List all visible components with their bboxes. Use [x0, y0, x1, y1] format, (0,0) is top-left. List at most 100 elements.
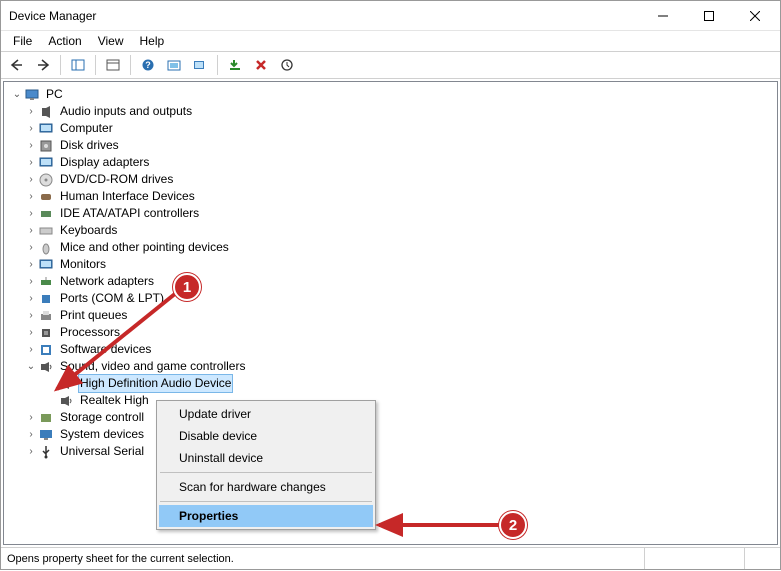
minimize-button[interactable]	[640, 1, 686, 31]
toolbar-separator	[95, 55, 96, 75]
category-icon	[38, 359, 54, 375]
expander-icon[interactable]: ⌄	[24, 358, 38, 375]
toolbar-separator	[60, 55, 61, 75]
context-menu-separator	[160, 501, 372, 502]
expander-icon[interactable]: ›	[24, 222, 38, 239]
scan-changes-button[interactable]	[275, 54, 299, 76]
tree-category[interactable]: › Mice and other pointing devices	[10, 239, 777, 256]
update-driver-button[interactable]	[162, 54, 186, 76]
context-menu-item[interactable]: Update driver	[159, 403, 373, 425]
expander-icon[interactable]: ›	[24, 120, 38, 137]
device-tree-panel: ⌄ PC ›Audio inputs and outputs›Computer›…	[3, 81, 778, 545]
annotation-badge-2: 2	[499, 511, 527, 539]
category-label: System devices	[58, 426, 146, 443]
expander-icon[interactable]: ›	[24, 290, 38, 307]
expander-icon[interactable]: ›	[24, 103, 38, 120]
device-icon	[58, 376, 74, 392]
tree-category[interactable]: ›Ports (COM & LPT)	[10, 290, 777, 307]
toolbar-separator	[130, 55, 131, 75]
category-label: Print queues	[58, 307, 129, 324]
expander-icon[interactable]: ›	[24, 341, 38, 358]
tree-root[interactable]: ⌄ PC	[10, 86, 777, 103]
expander-icon[interactable]: ›	[24, 256, 38, 273]
close-button[interactable]	[732, 1, 778, 31]
expander-icon[interactable]: ›	[24, 171, 38, 188]
tree-category[interactable]: › Monitors	[10, 256, 777, 273]
context-menu-item[interactable]: Scan for hardware changes	[159, 476, 373, 498]
pc-icon	[24, 87, 40, 103]
tree-root-label: PC	[44, 86, 65, 103]
expander-icon[interactable]: ›	[24, 324, 38, 341]
category-icon	[38, 206, 54, 222]
category-label: Storage controll	[58, 409, 146, 426]
tree-category[interactable]: › Keyboards	[10, 222, 777, 239]
category-label: Monitors	[58, 256, 108, 273]
expander-icon[interactable]: ›	[24, 188, 38, 205]
category-icon	[38, 274, 54, 290]
expander-icon[interactable]: ›	[24, 307, 38, 324]
context-menu-item[interactable]: Uninstall device	[159, 447, 373, 469]
properties-button[interactable]	[101, 54, 125, 76]
expander-icon[interactable]: ›	[24, 154, 38, 171]
tree-category[interactable]: ›Disk drives	[10, 137, 777, 154]
menu-action[interactable]: Action	[40, 32, 89, 50]
scan-hardware-button[interactable]	[188, 54, 212, 76]
tree-category[interactable]: › Print queues	[10, 307, 777, 324]
category-icon	[38, 138, 54, 154]
back-button[interactable]	[5, 54, 29, 76]
help-button[interactable]: ?	[136, 54, 160, 76]
menu-help[interactable]: Help	[132, 32, 173, 50]
tree-category[interactable]: › Display adapters	[10, 154, 777, 171]
tree-device[interactable]: High Definition Audio Device	[10, 375, 777, 392]
category-icon	[38, 121, 54, 137]
category-label: Display adapters	[58, 154, 151, 171]
expander-icon[interactable]: ›	[24, 443, 38, 460]
maximize-button[interactable]	[686, 1, 732, 31]
expander-icon[interactable]: ›	[24, 426, 38, 443]
context-menu-item[interactable]: Properties	[159, 505, 373, 527]
category-label: Audio inputs and outputs	[58, 103, 194, 120]
show-hide-console-tree-button[interactable]	[66, 54, 90, 76]
status-text: Opens property sheet for the current sel…	[7, 553, 644, 565]
uninstall-button[interactable]	[249, 54, 273, 76]
expander-icon[interactable]: ⌄	[10, 86, 24, 103]
category-icon	[38, 240, 54, 256]
device-label: Realtek High	[78, 392, 151, 409]
tree-category[interactable]: ›IDE ATA/ATAPI controllers	[10, 205, 777, 222]
tree-category[interactable]: › Storage controll	[10, 409, 777, 426]
category-icon	[38, 325, 54, 341]
expander-icon[interactable]: ›	[24, 273, 38, 290]
category-label: Network adapters	[58, 273, 156, 290]
category-label: Keyboards	[58, 222, 119, 239]
context-menu-item[interactable]: Disable device	[159, 425, 373, 447]
menu-view[interactable]: View	[90, 32, 132, 50]
expander-icon[interactable]: ›	[24, 137, 38, 154]
tree-category[interactable]: ⌄Sound, video and game controllers	[10, 358, 777, 375]
tree-category[interactable]: ›Human Interface Devices	[10, 188, 777, 205]
tree-category[interactable]: › Audio inputs and outputs	[10, 103, 777, 120]
category-icon	[38, 410, 54, 426]
category-label: Software devices	[58, 341, 153, 358]
annotation-badge-1: 1	[173, 273, 201, 301]
expander-icon[interactable]: ›	[24, 409, 38, 426]
forward-button[interactable]	[31, 54, 55, 76]
tree-category[interactable]: › Universal Serial	[10, 443, 777, 460]
device-tree[interactable]: ⌄ PC ›Audio inputs and outputs›Computer›…	[4, 82, 777, 464]
menu-file[interactable]: File	[5, 32, 40, 50]
tree-category[interactable]: › Network adapters	[10, 273, 777, 290]
menu-bar: File Action View Help	[1, 31, 780, 51]
category-label: Mice and other pointing devices	[58, 239, 231, 256]
expander-icon[interactable]: ›	[24, 205, 38, 222]
tree-category[interactable]: ›Computer	[10, 120, 777, 137]
toolbar: ?	[1, 51, 780, 79]
category-label: Universal Serial	[58, 443, 146, 460]
enable-button[interactable]	[223, 54, 247, 76]
tree-device[interactable]: Realtek High	[10, 392, 777, 409]
tree-category[interactable]: ›Processors	[10, 324, 777, 341]
tree-category[interactable]: › System devices	[10, 426, 777, 443]
category-icon	[38, 342, 54, 358]
toolbar-separator	[217, 55, 218, 75]
tree-category[interactable]: › Software devices	[10, 341, 777, 358]
tree-category[interactable]: ›DVD/CD-ROM drives	[10, 171, 777, 188]
expander-icon[interactable]: ›	[24, 239, 38, 256]
